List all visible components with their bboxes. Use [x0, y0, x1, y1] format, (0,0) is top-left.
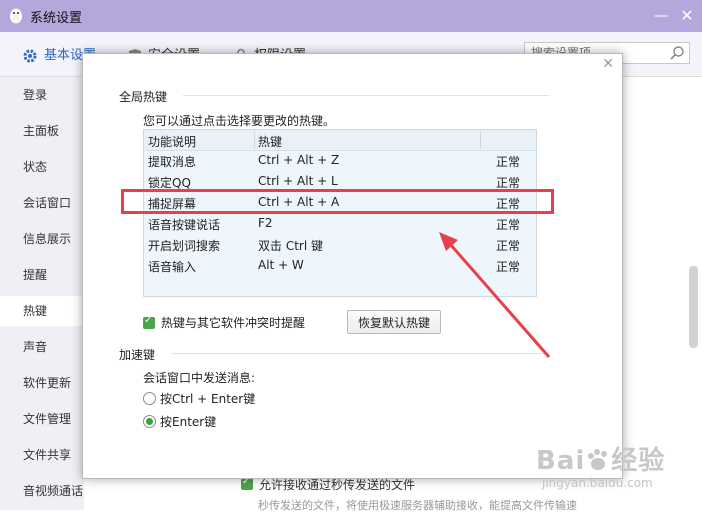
paw-icon: [588, 449, 608, 470]
red-arrow-annotation: [439, 232, 551, 358]
watermark-url: jingyan.baidu.com: [542, 476, 653, 490]
watermark-brand-cn: 经验: [611, 446, 666, 476]
baidu-jingyan-watermark: Bai 经验 jingyan.baidu.com: [536, 440, 666, 490]
watermark-brand: Bai: [536, 446, 586, 476]
